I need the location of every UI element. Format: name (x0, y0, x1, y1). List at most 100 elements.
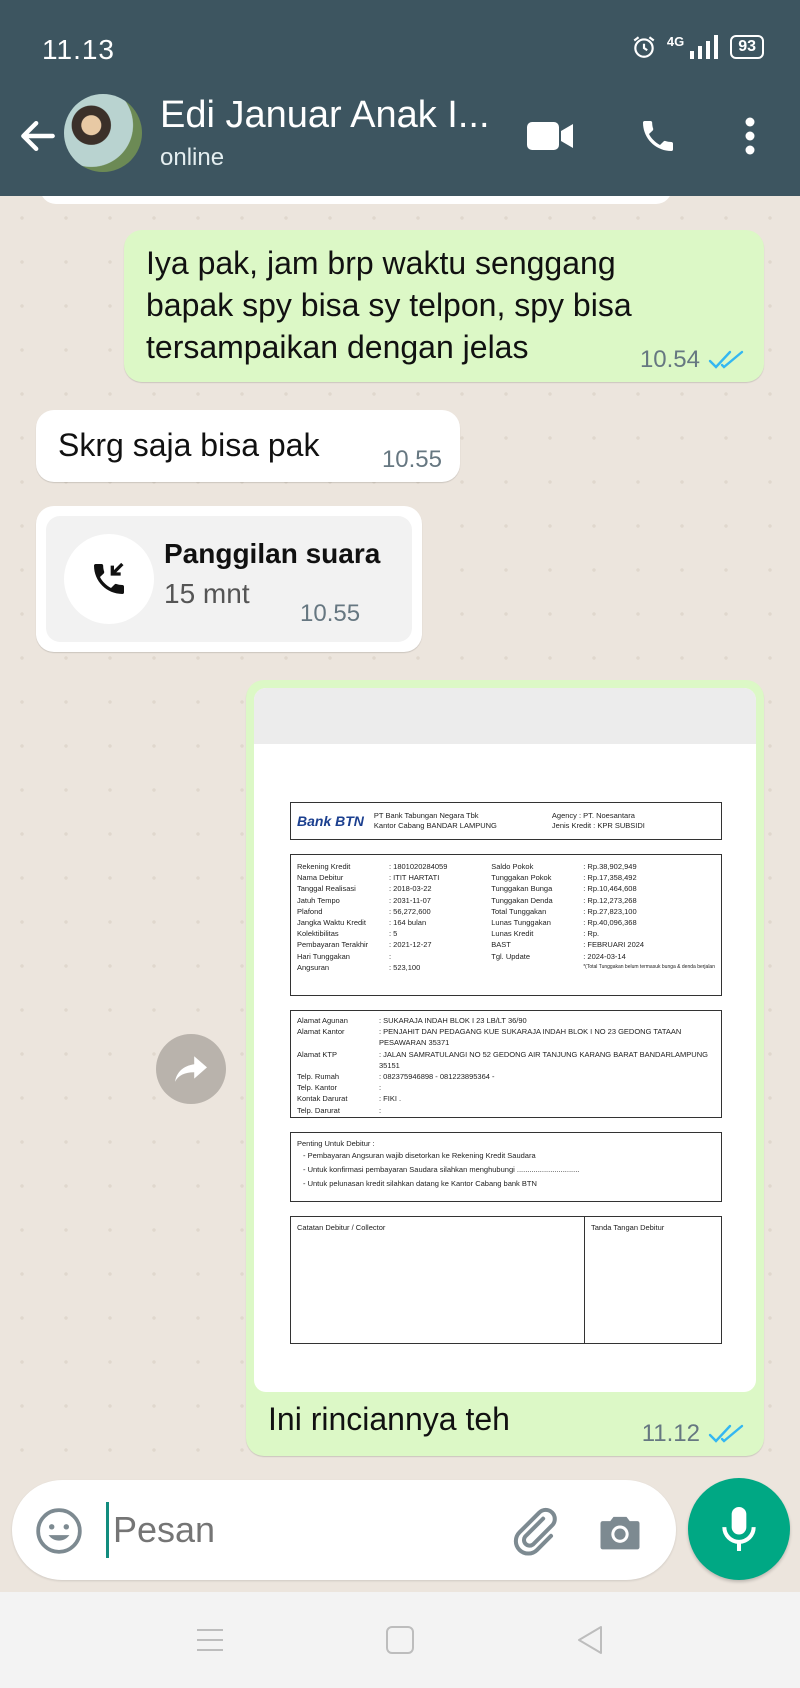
message-time: 10.55 (381, 446, 442, 473)
field-label: Nama Debitur (297, 873, 344, 883)
outgoing-message[interactable]: Iya pak, jam brp waktu senggang bapak sp… (124, 230, 764, 382)
tanda-tangan-cell: Tanda Tangan Debitur (591, 1223, 665, 1232)
field-value: : 2031-11-07 (389, 895, 431, 905)
incoming-message[interactable]: Skrg saja bisa pak 10.55 (36, 410, 460, 482)
bank-info: PT Bank Tabungan Negara Tbk Kantor Caban… (374, 811, 544, 831)
loan-field-row: Jatuh Tempo : 2031-11-07 (297, 895, 481, 906)
field-label: Saldo Pokok (491, 862, 534, 871)
address-field-row: Alamat Kantor: PENJAHIT DAN PEDAGANG KUE… (297, 1026, 715, 1048)
field-value: : ITIT HARTATI (389, 873, 440, 883)
field-value: : FEBRUARI 2024 (583, 940, 645, 950)
bank-logo: Bank BTN (297, 813, 364, 829)
notes-box: Penting Untuk Debitur : - Pembayaran Ang… (290, 1132, 722, 1202)
field-value: : Rp.10,464,608 (583, 884, 637, 894)
contact-name[interactable]: Edi Januar Anak I... (160, 94, 490, 137)
alarm-icon (633, 36, 655, 58)
loan-field-row: *(Total Tunggakan belum termasuk bunga &… (491, 962, 715, 973)
system-nav-bar (0, 1592, 800, 1688)
agency: Agency : PT. Noesantara (551, 811, 635, 820)
field-label: Rekening Kredit (297, 862, 351, 871)
back-arrow-icon[interactable] (16, 114, 60, 158)
address-field-row: Telp. Rumah: 082375946898 - 081223895364… (297, 1071, 715, 1082)
field-label: Lunas Tunggakan (491, 918, 551, 928)
message-time: 10.55 (300, 600, 361, 627)
signature-box: Catatan Debitur / Collector Tanda Tangan… (290, 1216, 722, 1344)
note-line: - Untuk pelunasan kredit silahkan datang… (303, 1179, 537, 1188)
message-text: Skrg saja bisa pak (58, 427, 320, 463)
field-label: Angsuran (297, 962, 330, 972)
field-label: Telp. Kantor (297, 1083, 338, 1093)
video-call-button[interactable] (524, 110, 576, 162)
battery-indicator: 93 (730, 35, 764, 59)
field-value: : JALAN SAMRATULANGI NO 52 GEDONG AIR TA… (379, 1049, 708, 1070)
loan-field-row: Tgl. Update: 2024-03-14 (491, 951, 715, 962)
loan-field-row: Kolektibilitas: 5 (297, 928, 481, 939)
emoji-icon[interactable] (34, 1506, 84, 1556)
field-label: Alamat Kantor (297, 1027, 345, 1037)
address-box: Alamat Agunan: SUKARAJA INDAH BLOK I 23 … (290, 1010, 722, 1118)
loan-field-row: Total Tunggakan: Rp.27,823,100 (491, 906, 715, 917)
call-icon-circle (64, 534, 154, 624)
recents-button[interactable] (186, 1616, 234, 1664)
field-label: Lunas Kredit (491, 929, 534, 939)
camera-icon[interactable] (594, 1506, 646, 1558)
document-image[interactable]: Bank BTN PT Bank Tabungan Negara Tbk Kan… (254, 688, 756, 1392)
message-time: 11.12 (641, 1420, 700, 1447)
field-label: Tunggakan Bunga (491, 884, 553, 894)
loan-field-row: Lunas Tunggakan: Rp.40,096,368 (491, 917, 715, 928)
message-input[interactable] (106, 1502, 476, 1558)
chat-header: Edi Januar Anak I... online (0, 92, 800, 196)
message-meta: 10.54 (640, 346, 744, 374)
incoming-call-icon (94, 562, 124, 594)
field-value: : Rp.12,273,268 (583, 895, 637, 905)
voice-message-button[interactable] (688, 1478, 790, 1580)
field-label: Tgl. Update (491, 951, 531, 961)
avatar[interactable] (64, 94, 142, 172)
field-value: : SUKARAJA INDAH BLOK I 23 LB/LT 36/90 (379, 1016, 527, 1025)
notes-title: Penting Untuk Debitur : (297, 1139, 375, 1148)
video-camera-icon (527, 122, 573, 150)
field-label: Alamat KTP (297, 1049, 338, 1059)
status-icons: 4G 93 (631, 34, 764, 60)
notes-list: - Pembayaran Angsuran wajib disetorkan k… (297, 1149, 715, 1191)
home-square-icon (386, 1626, 414, 1654)
field-value: : 56,272,600 (389, 906, 431, 916)
loan-field-row: Tanggal Realisasi: 2018-03-22 (297, 883, 481, 894)
double-check-icon (708, 1424, 744, 1443)
call-duration: 15 mnt (164, 578, 250, 609)
voice-call-message[interactable]: Panggilan suara 15 mnt 10.55 (36, 506, 422, 652)
back-nav-button[interactable] (566, 1616, 614, 1664)
attach-icon[interactable] (506, 1504, 560, 1558)
home-button[interactable] (376, 1616, 424, 1664)
field-label: Plafond (297, 906, 323, 916)
field-label: Jatuh Tempo (297, 895, 340, 905)
loan-field-row: Saldo Pokok : Rp.38,902,949 (491, 861, 715, 872)
voice-call-button[interactable] (632, 110, 684, 162)
doc-header-box: Bank BTN PT Bank Tabungan Negara Tbk Kan… (290, 802, 722, 840)
field-label: Jangka Waktu Kredit (297, 918, 366, 928)
field-value: : Rp.38,902,949 (583, 862, 637, 871)
microphone-icon (722, 1507, 756, 1551)
forward-button[interactable] (156, 1034, 226, 1104)
image-caption: Ini rinciannya teh (268, 1401, 510, 1437)
loan-field-row: Plafond : 56,272,600 (297, 906, 481, 917)
field-value: : 2018-03-22 (389, 884, 432, 894)
loan-left-column: Rekening Kredit : 1801020284059 Nama Debit… (297, 861, 481, 989)
loan-field-row: Tunggakan Bunga : Rp.10,464,608 (491, 883, 715, 894)
field-label: Kolektibilitas (297, 929, 339, 939)
call-card[interactable]: Panggilan suara 15 mnt 10.55 (46, 516, 412, 642)
field-label: Telp. Rumah (297, 1072, 340, 1082)
bank-name: PT Bank Tabungan Negara Tbk (373, 811, 479, 820)
address-field-row: Alamat KTP : JALAN SAMRATULANGI NO 52 GED… (297, 1049, 715, 1071)
loan-field-row: Pembayaran Terakhir: 2021-12-27 (297, 939, 481, 950)
more-options-button[interactable] (724, 110, 776, 162)
field-value: : 2021-12-27 (389, 940, 432, 950)
address-field-row: Telp. Darurat: (297, 1105, 715, 1116)
chat-area[interactable]: Iya pak, jam brp waktu senggang bapak sp… (0, 196, 800, 1476)
loan-field-row: Lunas Kredit: Rp. (491, 928, 715, 939)
message-meta: 11.12 (642, 1420, 744, 1448)
field-value: : 523,100 (389, 962, 421, 972)
field-value: : 1801020284059 (389, 862, 448, 871)
outgoing-image-message[interactable]: Bank BTN PT Bank Tabungan Negara Tbk Kan… (246, 680, 764, 1456)
loan-right-column: Saldo Pokok: Rp.38,902,949 Tunggakan Poko… (491, 861, 715, 989)
